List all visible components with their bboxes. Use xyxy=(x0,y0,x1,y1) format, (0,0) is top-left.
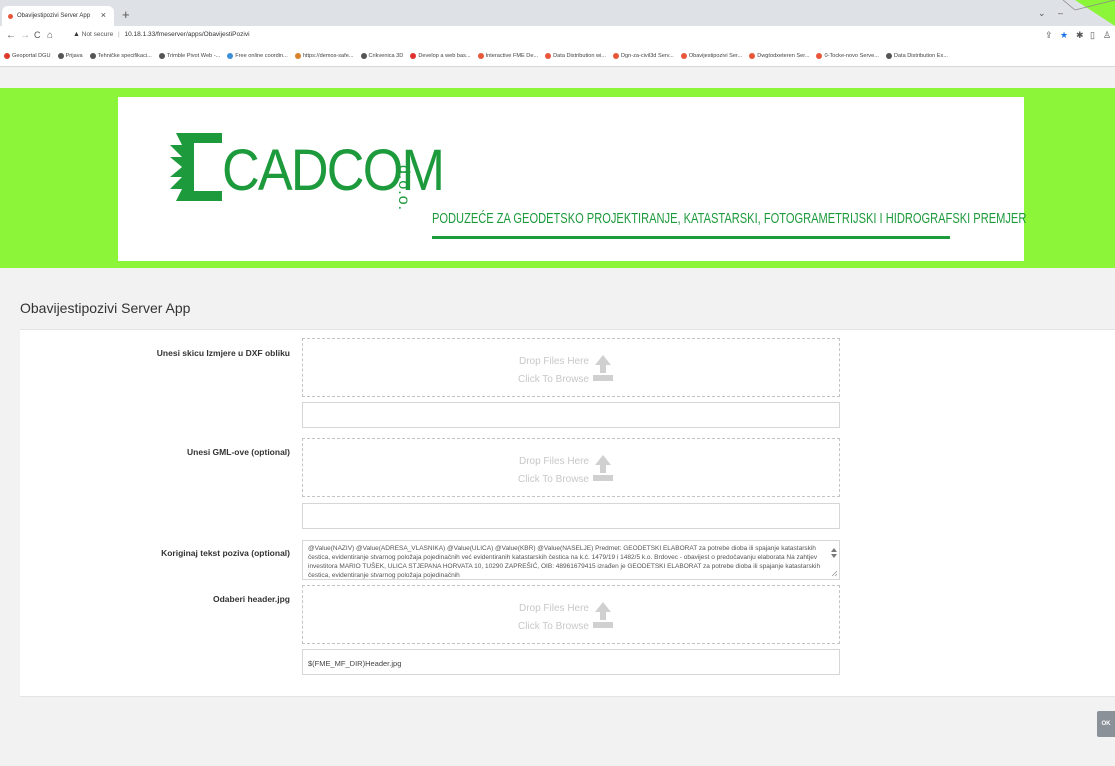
dxf-label: Unesi skicu Izmjere u DXF obliku xyxy=(156,348,290,358)
url-field[interactable]: ▲ Not secure | 10.18.1.33/fmeserver/apps… xyxy=(73,31,250,38)
browse-text: Click To Browse xyxy=(518,621,589,632)
bookmark-label: Data Distribution wi... xyxy=(553,53,606,59)
bookmark-label: Interactive FME De... xyxy=(485,53,539,59)
ok-button[interactable]: OK xyxy=(1097,711,1115,737)
forward-button[interactable]: → xyxy=(20,30,30,41)
bookmark-favicon-icon xyxy=(360,53,367,59)
bookmark-favicon-icon xyxy=(89,53,96,59)
bookmark-favicon-icon xyxy=(885,53,892,59)
back-button[interactable]: ← xyxy=(6,30,16,41)
bookmark-favicon-icon xyxy=(158,53,165,59)
invitation-text-area[interactable]: @Value(NAZIV) @Value(ADRESA_VLASNIKA) @V… xyxy=(302,540,840,580)
bookmark-label: https://demos-safe... xyxy=(302,53,354,59)
invitation-text: @Value(NAZIV) @Value(ADRESA_VLASNIKA) @V… xyxy=(308,545,821,579)
company-tagline: PODUZEĆE ZA GEODETSKO PROJEKTIRANJE, KAT… xyxy=(432,210,1027,227)
bookmark-label: Prijava xyxy=(65,53,83,59)
bookmark-label: Geoportal DGU xyxy=(12,53,51,59)
bookmark-item[interactable]: Trimble Pivot Web -... xyxy=(158,53,221,59)
new-tab-button[interactable]: + xyxy=(122,7,130,22)
text-label: Koriginaj tekst poziva (optional) xyxy=(161,548,290,558)
dxf-path-field[interactable] xyxy=(302,402,840,428)
bookmark-favicon-icon xyxy=(4,53,10,59)
bookmark-item[interactable]: Free online coordin... xyxy=(227,53,288,59)
bookmark-item[interactable]: 0-Tocke-novo Serve... xyxy=(816,53,879,59)
bookmark-label: Crikvenica 3D xyxy=(368,53,404,59)
security-label: Not secure xyxy=(81,31,114,38)
bookmark-favicon-icon xyxy=(680,53,687,59)
tab-title: Obavijestipozivi Server App xyxy=(17,13,91,19)
bookmark-label: Trimble Pivot Web -... xyxy=(166,53,221,59)
bookmark-item[interactable]: Geoportal DGU xyxy=(4,53,51,59)
gml-drop-zone[interactable]: Drop Files Here Click To Browse xyxy=(302,438,840,497)
bookmark-label: Tehničke specifikaci... xyxy=(97,53,152,59)
bookmark-label: Dwgtodxeteren Ser... xyxy=(757,53,810,59)
bookmark-item[interactable]: Prijava xyxy=(57,53,83,59)
upload-icon xyxy=(593,455,613,481)
bookmark-label: 0-Tocke-novo Serve... xyxy=(824,53,879,59)
textarea-scrollbar[interactable] xyxy=(830,542,838,578)
logo-suffix: d.o.o. xyxy=(395,165,412,212)
bookmark-favicon-icon xyxy=(816,53,823,59)
bookmark-favicon-icon xyxy=(612,53,619,59)
reload-button[interactable]: C xyxy=(34,30,41,40)
bookmark-favicon-icon xyxy=(477,53,484,59)
bookmark-item[interactable]: Data Distribution wi... xyxy=(545,53,606,59)
browse-text: Click To Browse xyxy=(518,474,589,485)
bookmark-favicon-icon xyxy=(749,53,756,59)
bookmark-item[interactable]: Obavijestipozivi Ser... xyxy=(680,53,743,59)
upload-icon xyxy=(593,602,613,628)
address-bar: ← → C ⌂ ▲ Not secure | 10.18.1.33/fmeser… xyxy=(0,26,1115,46)
bookmark-item[interactable]: Dgn-za-civil3d Serv... xyxy=(612,53,674,59)
bookmark-favicon-icon xyxy=(57,53,64,59)
tagline-underline xyxy=(432,236,950,239)
bookmark-label: Develop a web bas... xyxy=(418,53,471,59)
bookmark-item[interactable]: Dwgtodxeteren Ser... xyxy=(749,53,809,59)
bookmark-item[interactable]: Tehničke specifikaci... xyxy=(89,53,152,59)
browser-tab[interactable]: Obavijestipozivi Server App × xyxy=(2,6,114,26)
bookmark-item[interactable]: Interactive FME De... xyxy=(477,53,539,59)
dxf-drop-zone[interactable]: Drop Files Here Click To Browse xyxy=(302,338,840,397)
browser-tab-bar: Obavijestipozivi Server App × + ⌄ – xyxy=(0,0,1115,26)
profile-icon[interactable]: ♙ xyxy=(1103,30,1111,41)
cadcom-logo-icon xyxy=(170,133,222,201)
browse-text: Click To Browse xyxy=(518,374,589,385)
app-title: Obavijestipozivi Server App xyxy=(20,300,191,316)
bookmark-favicon-icon xyxy=(227,53,234,59)
corner-decoration-icon xyxy=(1062,0,1115,26)
home-button[interactable]: ⌂ xyxy=(47,30,53,41)
bookmark-item[interactable]: Data Distribution Ex... xyxy=(885,53,948,59)
bookmark-label: Data Distribution Ex... xyxy=(893,53,948,59)
drop-text: Drop Files Here xyxy=(518,603,589,614)
warning-icon: ▲ xyxy=(73,31,80,38)
bookmark-label: Free online coordin... xyxy=(235,53,288,59)
header-drop-zone[interactable]: Drop Files Here Click To Browse xyxy=(302,585,840,644)
upload-icon xyxy=(593,355,613,381)
drop-text: Drop Files Here xyxy=(518,456,589,467)
bookmark-item[interactable]: Crikvenica 3D xyxy=(360,53,404,59)
header-label: Odaberi header.jpg xyxy=(213,594,290,604)
extensions-icon[interactable]: ✱ xyxy=(1076,30,1084,41)
bookmark-item[interactable]: Develop a web bas... xyxy=(410,53,471,59)
bookmark-favicon-icon xyxy=(294,53,301,59)
bookmark-label: Obavijestipozivi Ser... xyxy=(688,53,743,59)
header-logo-panel: CADCOM d.o.o. PODUZEĆE ZA GEODETSKO PROJ… xyxy=(118,97,1027,261)
tab-close-button[interactable]: × xyxy=(101,10,106,20)
star-icon[interactable]: ★ xyxy=(1060,30,1068,41)
bookmark-favicon-icon xyxy=(410,53,417,59)
share-icon[interactable]: ⇪ xyxy=(1045,30,1053,41)
bookmark-label: Dgn-za-civil3d Serv... xyxy=(620,53,674,59)
gml-path-field[interactable] xyxy=(302,503,840,529)
header-path-field[interactable]: $(FME_MF_DIR)Header.jpg xyxy=(302,649,840,675)
gml-label: Unesi GML-ove (optional) xyxy=(187,447,290,457)
bookmarks-bar: Geoportal DGU Prijava Tehničke specifikaci… xyxy=(0,46,1115,67)
sidepanel-icon[interactable]: ▯ xyxy=(1090,30,1095,41)
bookmark-favicon-icon xyxy=(545,53,552,59)
bookmark-item[interactable]: https://demos-safe... xyxy=(294,53,354,59)
url-text: 10.18.1.33/fmeserver/apps/ObavijestiPozi… xyxy=(124,31,250,38)
fme-favicon-icon xyxy=(8,13,13,19)
drop-text: Drop Files Here xyxy=(518,356,589,367)
